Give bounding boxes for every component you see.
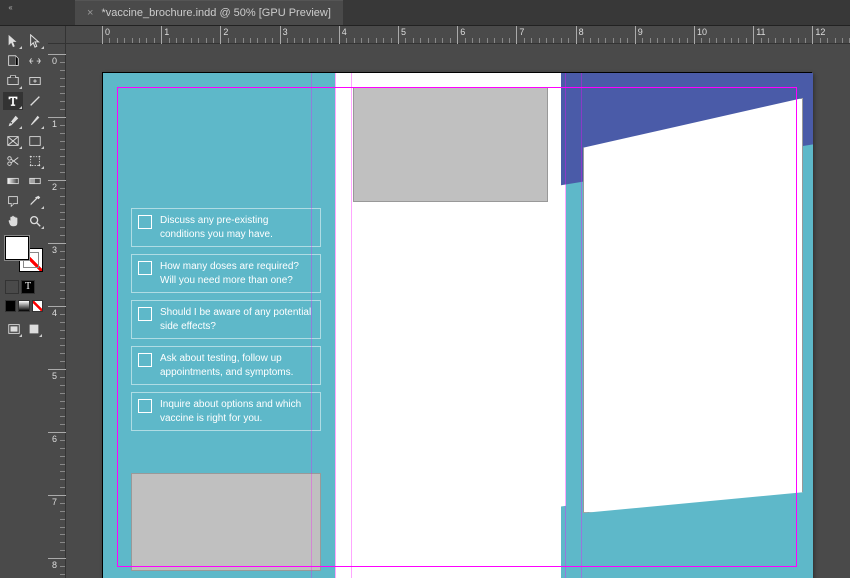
document-tab-bar: × *vaccine_brochure.indd @ 50% [GPU Prev… xyxy=(0,0,850,26)
document-tab-title: *vaccine_brochure.indd @ 50% [GPU Previe… xyxy=(101,7,330,19)
apply-color-icon[interactable] xyxy=(5,300,16,312)
eyedropper-tool[interactable] xyxy=(25,192,45,210)
margin-guides xyxy=(117,87,797,567)
ruler-tick-label: 4 xyxy=(342,27,347,37)
view-mode-preview[interactable] xyxy=(25,320,43,338)
gradient-swatch-tool[interactable] xyxy=(3,172,23,190)
ruler-tick-label: 1 xyxy=(164,27,169,37)
tools-panel: T xyxy=(0,26,48,578)
ruler-tick-label: 8 xyxy=(52,560,57,570)
direct-selection-tool[interactable] xyxy=(25,32,45,50)
pencil-tool[interactable] xyxy=(25,112,45,130)
free-transform-tool[interactable] xyxy=(25,152,45,170)
ruler-tick-label: 7 xyxy=(52,497,57,507)
fold-guide xyxy=(351,73,352,578)
page-tool[interactable] xyxy=(3,52,23,70)
fold-guide xyxy=(581,73,582,578)
ruler-tick-label: 1 xyxy=(52,119,57,129)
pen-tool[interactable] xyxy=(3,112,23,130)
ruler-tick-label: 6 xyxy=(460,27,465,37)
formatting-container-icon[interactable] xyxy=(5,280,19,294)
scissors-tool[interactable] xyxy=(3,152,23,170)
ruler-tick-label: 2 xyxy=(223,27,228,37)
gap-tool[interactable] xyxy=(25,52,45,70)
ruler-tick-label: 5 xyxy=(401,27,406,37)
ruler-tick-label: 3 xyxy=(52,245,57,255)
ruler-tick-label: 4 xyxy=(52,308,57,318)
document-tab[interactable]: × *vaccine_brochure.indd @ 50% [GPU Prev… xyxy=(75,0,343,25)
column-guide xyxy=(311,73,312,578)
line-tool[interactable] xyxy=(25,92,45,110)
ruler-tick-label: 2 xyxy=(52,182,57,192)
formatting-text-icon[interactable]: T xyxy=(21,280,35,294)
ruler-tick-label: 7 xyxy=(519,27,524,37)
fill-swatch[interactable] xyxy=(5,236,29,260)
content-collector-tool[interactable] xyxy=(3,72,23,90)
close-tab-icon[interactable]: × xyxy=(87,7,93,19)
fold-guide xyxy=(565,73,566,578)
view-mode-normal[interactable] xyxy=(5,320,23,338)
ruler-tick-label: 0 xyxy=(52,56,57,66)
ruler-tick-label: 11 xyxy=(756,27,765,37)
selection-tool[interactable] xyxy=(3,32,23,50)
ruler-tick-label: 8 xyxy=(579,27,584,37)
ruler-tick-label: 0 xyxy=(105,27,110,37)
panel-drawer-toggle[interactable] xyxy=(0,0,20,14)
apply-none-icon[interactable] xyxy=(32,300,43,312)
gradient-feather-tool[interactable] xyxy=(25,172,45,190)
document-page[interactable]: Discuss any pre-existing conditions you … xyxy=(102,72,812,578)
canvas[interactable]: 0123456789101112 012345678 Discuss any p… xyxy=(48,26,850,578)
ruler-tick-label: 12 xyxy=(815,27,825,37)
note-tool[interactable] xyxy=(3,192,23,210)
hand-tool[interactable] xyxy=(3,212,23,230)
rectangle-frame-tool[interactable] xyxy=(3,132,23,150)
horizontal-ruler[interactable]: 0123456789101112 xyxy=(66,26,850,44)
zoom-tool[interactable] xyxy=(25,212,45,230)
apply-gradient-icon[interactable] xyxy=(18,300,29,312)
rectangle-tool[interactable] xyxy=(25,132,45,150)
ruler-tick-label: 9 xyxy=(638,27,643,37)
content-placer-tool[interactable] xyxy=(25,72,45,90)
vertical-ruler[interactable]: 0 1 2 3 4 5 6 7 8 xyxy=(48,26,66,578)
ruler-tick-label: 10 xyxy=(697,27,707,37)
type-tool[interactable] xyxy=(3,92,23,110)
fill-stroke-swatch[interactable] xyxy=(5,236,43,272)
ruler-tick-label: 5 xyxy=(52,371,57,381)
fold-guide xyxy=(335,73,336,578)
ruler-origin[interactable] xyxy=(48,26,66,44)
ruler-tick-label: 3 xyxy=(283,27,288,37)
ruler-tick-label: 6 xyxy=(52,434,57,444)
